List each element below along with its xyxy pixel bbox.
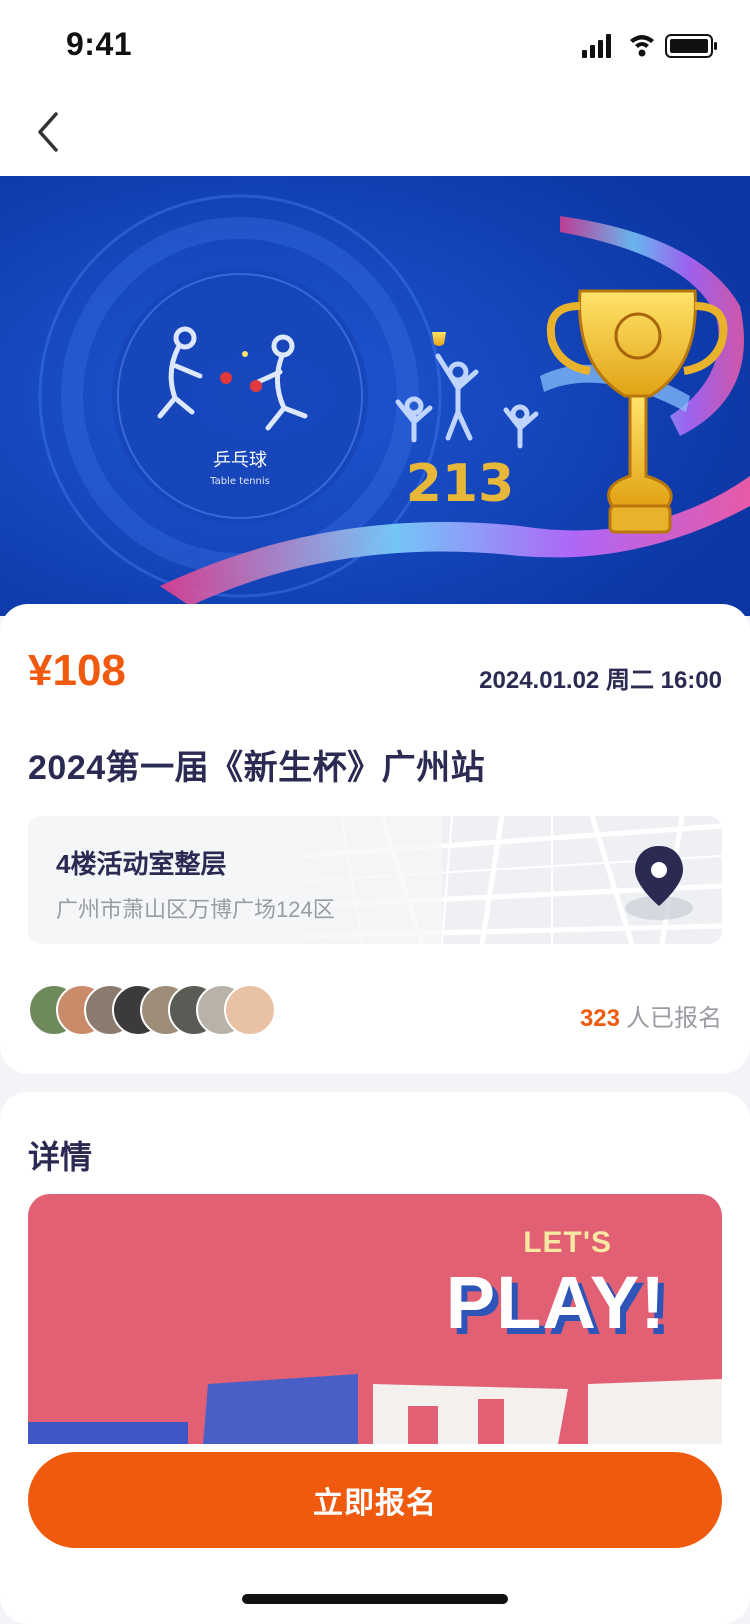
detail-poster: LET'S PLAY! <box>28 1194 722 1444</box>
home-indicator <box>242 1594 508 1604</box>
participant-count-number: 323 <box>579 1005 620 1032</box>
header: 9:41 <box>0 0 750 176</box>
signal-icon <box>582 34 611 58</box>
map-pin-icon <box>625 846 693 920</box>
status-icons <box>582 34 717 58</box>
register-button[interactable]: 立即报名 <box>28 1452 722 1548</box>
event-detail-page: 9:41 乒乓球 Table tennis 213 ¥108 2024.01.0… <box>0 0 750 1624</box>
event-datetime: 2024.01.02 周二 16:00 <box>479 667 722 694</box>
event-price: ¥108 <box>28 646 126 695</box>
participant-avatars[interactable] <box>28 984 276 1036</box>
location-name: 4楼活动室整层 <box>56 849 227 879</box>
location-card[interactable]: 4楼活动室整层 广州市萧山区万博广场124区 <box>28 816 722 944</box>
podium-numbers: 213 <box>406 454 515 514</box>
battery-icon <box>665 34 717 58</box>
event-info-card: ¥108 2024.01.02 周二 16:00 2024第一届《新生杯》广州站 <box>0 604 750 1074</box>
participant-count-suffix: 人已报名 <box>626 1005 722 1032</box>
banner-label-cn: 乒乓球 <box>213 450 267 471</box>
wifi-icon <box>630 35 654 57</box>
poster-graphic <box>28 1374 722 1444</box>
status-time: 9:41 <box>66 26 133 62</box>
banner-label-en: Table tennis <box>209 476 270 487</box>
event-banner: 乒乓球 Table tennis 213 <box>0 176 750 616</box>
participant-count[interactable]: 323 人已报名 <box>580 998 722 1033</box>
location-address: 广州市萧山区万博广场124区 <box>56 897 335 922</box>
detail-heading: 详情 <box>28 1139 93 1175</box>
banner-illustration: 乒乓球 Table tennis 213 <box>0 176 750 616</box>
back-arrow-icon[interactable] <box>30 106 70 158</box>
avatar <box>224 984 276 1036</box>
event-title: 2024第一届《新生杯》广州站 <box>28 749 486 787</box>
